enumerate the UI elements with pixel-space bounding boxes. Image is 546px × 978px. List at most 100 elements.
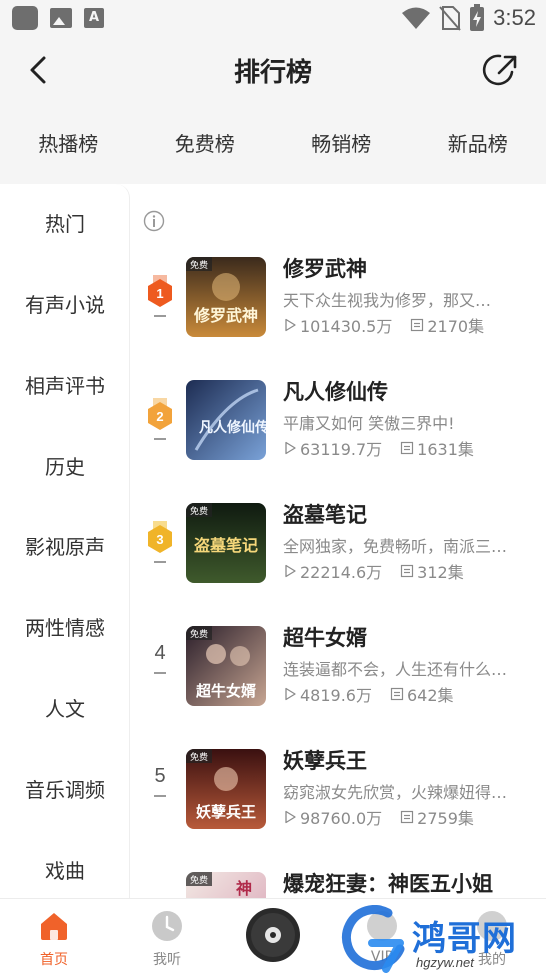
episode-count: 312集: [417, 563, 464, 582]
image-notification-icon: [50, 8, 72, 28]
svg-text:免费: 免费: [190, 505, 208, 517]
episode-count: 1631集: [417, 440, 474, 459]
book-row[interactable]: 3 免费 盗墓笔记 盗墓笔记 全网独家，免费畅听，南派三… 22214.6万 3…: [131, 503, 546, 603]
book-cover[interactable]: 免费 盗墓笔记: [186, 503, 266, 583]
book-cover[interactable]: 免费 妖孽兵王: [186, 749, 266, 829]
nav-listen[interactable]: 我听: [127, 909, 207, 969]
player-disc-icon[interactable]: [245, 907, 301, 963]
play-count-icon: [285, 318, 296, 332]
play-count: 98760.0万: [300, 809, 383, 828]
book-stats: 101430.5万 2170集: [283, 313, 484, 337]
info-icon[interactable]: [143, 210, 165, 232]
system-icons: 3:52: [401, 4, 536, 32]
episode-count: 2170集: [427, 317, 485, 336]
book-title: 修罗武神: [283, 257, 367, 281]
book-description: 全网独家，免费畅听，南派三…: [283, 537, 508, 556]
book-row[interactable]: 免费 神 爆宠狂妻：神医五小姐: [131, 872, 546, 898]
book-title: 凡人修仙传: [283, 380, 388, 404]
play-count-icon: [285, 810, 296, 824]
svg-text:修罗武神: 修罗武神: [193, 306, 258, 325]
svg-text:超牛女婿: 超牛女婿: [195, 682, 257, 700]
book-cover[interactable]: 免费 超牛女婿: [186, 626, 266, 706]
play-count: 4819.6万: [300, 686, 372, 705]
svg-text:免费: 免费: [190, 628, 208, 640]
book-cover[interactable]: 免费 修罗武神: [186, 257, 266, 337]
app-header: 排行榜: [0, 36, 546, 106]
nav-home-label: 首页: [40, 952, 68, 968]
sidebar-item-audio-novel[interactable]: 有声小说: [0, 285, 130, 325]
book-stats: 63119.7万 1631集: [283, 436, 474, 460]
book-row[interactable]: 2 凡人修仙传 凡人修仙传 平庸又如何 笑傲三界中! 63119.7万 1631…: [131, 380, 546, 480]
book-row[interactable]: 4 免费 超牛女婿 超牛女婿 连装逼都不会，人生还有什么… 4819.6万 64…: [131, 626, 546, 726]
sidebar-item-hot[interactable]: 热门: [0, 204, 130, 244]
watermark-text: 鸿哥网: [412, 919, 517, 959]
play-count-icon: [285, 564, 296, 578]
svg-text:神: 神: [236, 879, 252, 898]
sidebar-item-humanities[interactable]: 人文: [0, 689, 130, 729]
play-count: 22214.6万: [300, 563, 383, 582]
ranking-list: 1 免费 修罗武神 修罗武神 天下众生视我为修罗，那又… 101430.5万 2…: [131, 184, 546, 898]
book-cover[interactable]: 免费 神: [186, 872, 266, 898]
svg-text:免费: 免费: [190, 874, 208, 886]
episode-count: 642集: [407, 686, 454, 705]
play-count: 101430.5万: [300, 317, 393, 336]
sidebar-item-relationships[interactable]: 两性情感: [0, 608, 130, 648]
tab-best-selling[interactable]: 畅销榜: [273, 106, 410, 184]
book-description: 平庸又如何 笑傲三界中!: [283, 414, 455, 433]
rank-indicator: 3: [145, 517, 175, 577]
svg-text:凡人修仙传: 凡人修仙传: [199, 419, 266, 436]
play-count: 63119.7万: [300, 440, 383, 459]
rank-number: 3: [156, 532, 163, 547]
sidebar-item-soundtrack[interactable]: 影视原声: [0, 527, 130, 567]
book-description: 连装逼都不会，人生还有什么…: [283, 660, 508, 679]
book-row[interactable]: 1 免费 修罗武神 修罗武神 天下众生视我为修罗，那又… 101430.5万 2…: [131, 257, 546, 357]
category-sidebar: 热门 有声小说 相声评书 历史 影视原声 两性情感 人文 音乐调频 戏曲: [0, 184, 130, 898]
tab-hot-play[interactable]: 热播榜: [0, 106, 137, 184]
episode-count-icon: [390, 687, 404, 701]
rank-indicator: 5: [145, 763, 175, 823]
nav-listen-label: 我听: [153, 952, 181, 968]
no-sim-icon: [439, 6, 461, 31]
home-icon: [41, 913, 67, 940]
rank-number: 1: [156, 286, 163, 301]
book-title: 妖孽兵王: [283, 749, 367, 773]
book-cover[interactable]: 凡人修仙传: [186, 380, 266, 460]
book-stats: 4819.6万 642集: [283, 682, 454, 706]
sidebar-item-crosstalk[interactable]: 相声评书: [0, 366, 130, 406]
rank-trend-icon: [154, 561, 166, 563]
rank-badge-icon: 2: [148, 398, 172, 430]
episode-count-icon: [401, 810, 414, 824]
sidebar-item-history[interactable]: 历史: [0, 447, 130, 487]
play-count-icon: [285, 687, 296, 701]
rank-indicator: 1: [145, 271, 175, 331]
rank-badge-icon: 1: [148, 275, 172, 307]
svg-text:妖孽兵王: 妖孽兵王: [196, 803, 256, 821]
play-count-icon: [285, 441, 296, 455]
share-icon[interactable]: [482, 50, 522, 90]
status-bar: A 3:52: [0, 0, 546, 36]
episode-count-icon: [401, 441, 414, 455]
rank-indicator: 4: [145, 640, 175, 700]
svg-text:免费: 免费: [190, 259, 208, 271]
book-row[interactable]: 5 免费 妖孽兵王 妖孽兵王 窈窕淑女先欣赏，火辣爆妞得… 98760.0万 2…: [131, 749, 546, 849]
book-title: 盗墓笔记: [283, 503, 367, 527]
sidebar-item-opera[interactable]: 戏曲: [0, 851, 130, 891]
book-stats: 98760.0万 2759集: [283, 805, 474, 829]
tab-free[interactable]: 免费榜: [137, 106, 274, 184]
book-title: 爆宠狂妻：神医五小姐: [283, 872, 493, 896]
watermark: 鸿哥网 hgzyw.net: [338, 905, 546, 978]
tab-new[interactable]: 新品榜: [410, 106, 546, 184]
app-notification-icon: [12, 6, 38, 30]
font-notification-icon: A: [84, 8, 104, 28]
sidebar-item-music-fm[interactable]: 音乐调频: [0, 770, 130, 810]
rank-number: 2: [156, 409, 163, 424]
episode-count: 2759集: [417, 809, 474, 828]
nav-home[interactable]: 首页: [14, 909, 94, 969]
rank-number: 5: [154, 765, 166, 787]
ranking-tabs: 热播榜 免费榜 畅销榜 新品榜: [0, 106, 546, 184]
episode-count-icon: [411, 318, 424, 332]
battery-charging-icon: [470, 4, 485, 31]
book-title: 超牛女婿: [283, 626, 367, 650]
rank-trend-icon: [154, 315, 166, 317]
rank-indicator: 2: [145, 394, 175, 454]
